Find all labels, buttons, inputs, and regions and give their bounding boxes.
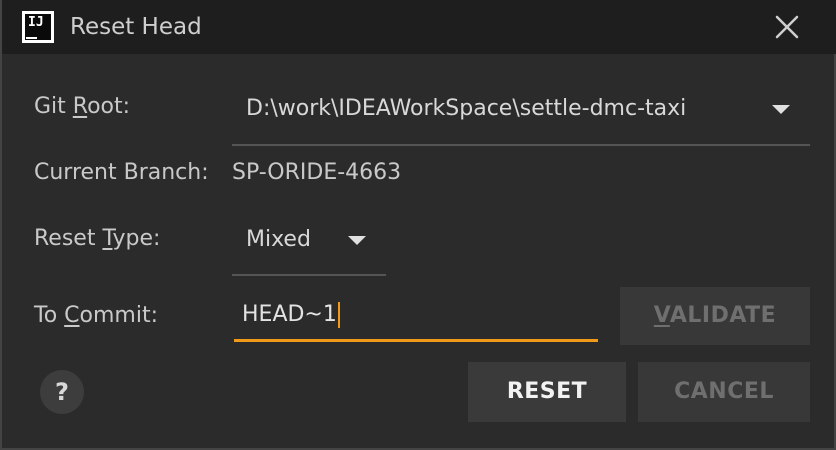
- help-button[interactable]: ?: [40, 370, 84, 414]
- reset-type-value: Mixed: [246, 227, 311, 252]
- chevron-down-icon: [772, 105, 790, 114]
- git-root-label-pre: Git: [34, 94, 73, 119]
- close-icon: [775, 15, 799, 39]
- to-commit-label-mnemonic: C: [64, 303, 80, 328]
- intellij-idea-icon: IJ: [22, 11, 54, 43]
- git-root-combobox[interactable]: D:\work\IDEAWorkSpace\settle-dmc-taxi: [232, 76, 810, 146]
- reset-type-label-pre: Reset: [34, 226, 103, 251]
- git-root-value: D:\work\IDEAWorkSpace\settle-dmc-taxi: [246, 96, 687, 121]
- current-branch-label: Current Branch:: [34, 160, 209, 185]
- to-commit-value-wrap: HEAD~1: [242, 300, 340, 330]
- to-commit-label-post: ommit:: [79, 303, 159, 328]
- to-commit-label-pre: To: [34, 303, 65, 328]
- close-button[interactable]: [768, 8, 806, 46]
- dialog-title: Reset Head: [70, 14, 202, 40]
- reset-type-label-mnemonic: T: [102, 226, 113, 251]
- validate-mnemonic: V: [653, 303, 670, 328]
- reset-type-combobox[interactable]: Mixed: [232, 208, 386, 276]
- reset-button[interactable]: RESET: [468, 362, 626, 422]
- cancel-button[interactable]: CANCEL: [638, 362, 810, 422]
- git-root-label-mnemonic: R: [72, 94, 88, 119]
- app-icon-underline: [26, 37, 37, 39]
- current-branch-value: SP-ORIDE-4663: [232, 160, 402, 185]
- to-commit-label: To Commit:: [34, 301, 158, 331]
- validate-label: ALIDATE: [669, 303, 777, 328]
- reset-type-label: Reset Type:: [34, 224, 160, 254]
- to-commit-input[interactable]: HEAD~1: [234, 296, 598, 342]
- reset-head-dialog: IJ Reset Head Git Root: D:\work\IDEAWork…: [0, 0, 836, 450]
- chevron-down-icon: [348, 236, 366, 245]
- to-commit-value: HEAD~1: [242, 302, 337, 327]
- text-cursor: [337, 302, 340, 328]
- title-bar: IJ Reset Head: [2, 0, 836, 54]
- reset-type-label-post: ype:: [112, 226, 161, 251]
- git-root-label-post: oot:: [87, 94, 131, 119]
- git-root-label: Git Root:: [34, 92, 130, 122]
- validate-button[interactable]: VALIDATE: [620, 287, 810, 345]
